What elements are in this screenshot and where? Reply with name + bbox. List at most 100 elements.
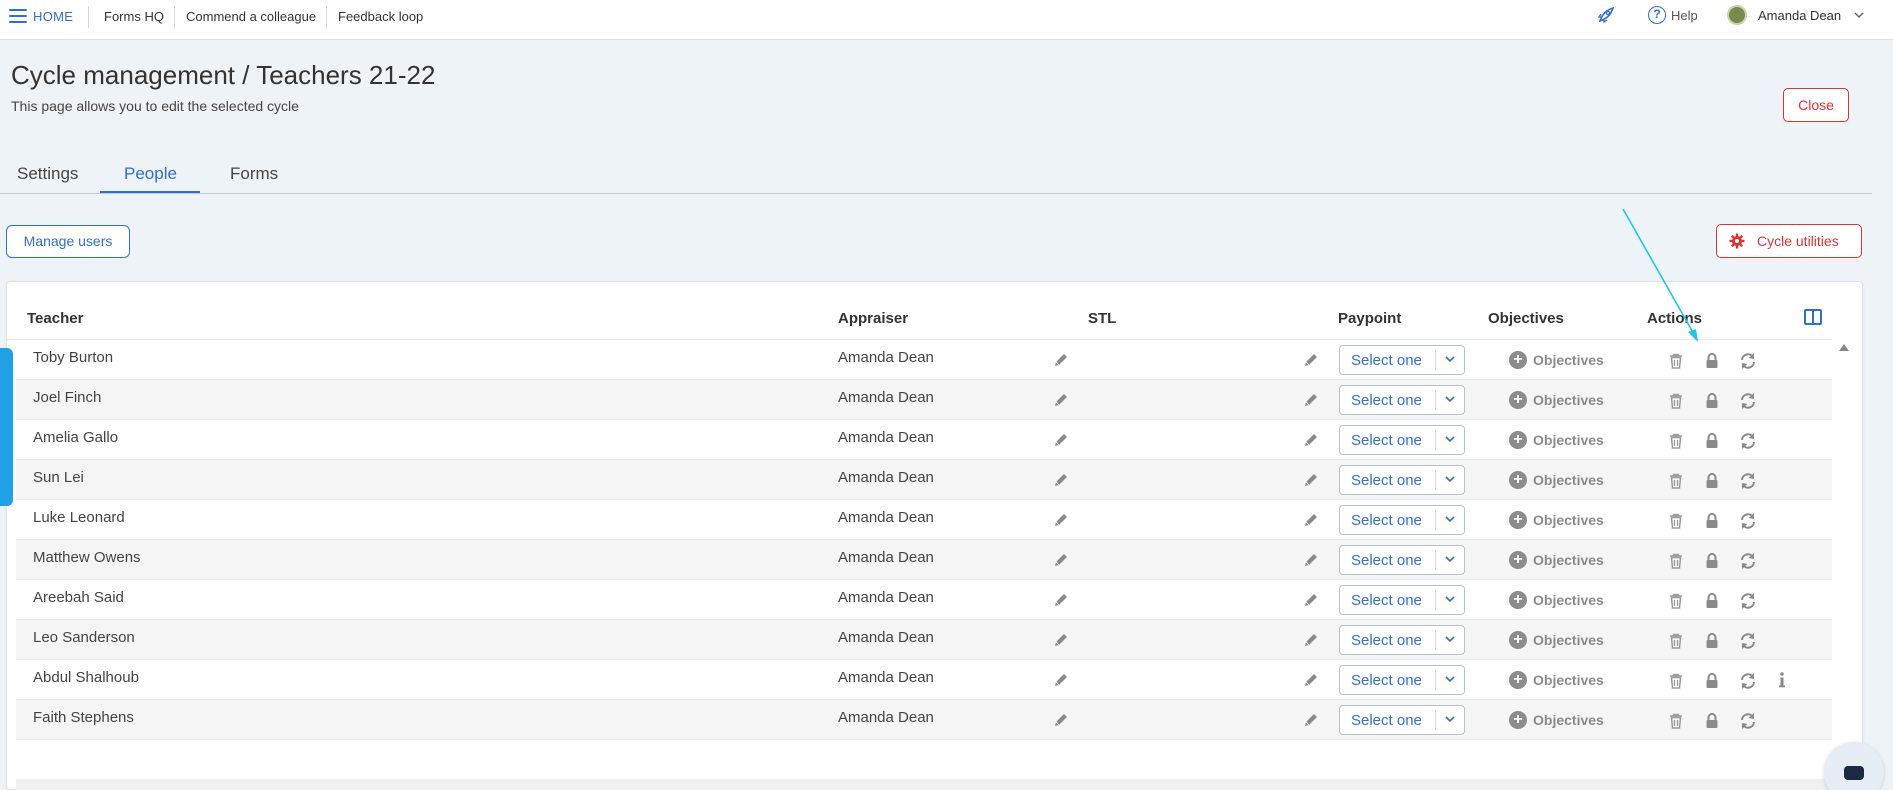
vertical-scrollbar[interactable] — [1835, 340, 1855, 770]
refresh-icon[interactable] — [1739, 472, 1757, 490]
trash-icon[interactable] — [1667, 512, 1685, 530]
nav-link-forms-hq[interactable]: Forms HQ — [104, 9, 164, 24]
chat-button[interactable] — [1824, 742, 1884, 790]
lock-icon[interactable] — [1703, 672, 1721, 690]
paypoint-select[interactable]: Select one — [1339, 385, 1465, 415]
edit-stl-pencil-icon[interactable] — [1303, 672, 1319, 688]
appraiser-name: Amanda Dean — [838, 629, 934, 646]
trash-icon[interactable] — [1667, 432, 1685, 450]
column-header-objectives[interactable]: Objectives — [1488, 310, 1564, 327]
refresh-icon[interactable] — [1739, 512, 1757, 530]
paypoint-select[interactable]: Select one — [1339, 425, 1465, 455]
lock-icon[interactable] — [1703, 592, 1721, 610]
lock-icon[interactable] — [1703, 512, 1721, 530]
teacher-name: Faith Stephens — [33, 709, 134, 726]
trash-icon[interactable] — [1667, 712, 1685, 730]
paypoint-select[interactable]: Select one — [1339, 345, 1465, 375]
refresh-icon[interactable] — [1739, 672, 1757, 690]
nav-link-feedback-loop[interactable]: Feedback loop — [338, 9, 423, 24]
edit-stl-pencil-icon[interactable] — [1303, 352, 1319, 368]
appraiser-name: Amanda Dean — [838, 429, 934, 446]
column-header-teacher[interactable]: Teacher — [27, 310, 83, 327]
nav-home-link[interactable]: HOME — [33, 9, 73, 24]
trash-icon[interactable] — [1667, 392, 1685, 410]
edit-stl-pencil-icon[interactable] — [1303, 592, 1319, 608]
edit-appraiser-pencil-icon[interactable] — [1053, 432, 1069, 448]
lock-icon[interactable] — [1703, 432, 1721, 450]
paypoint-select[interactable]: Select one — [1339, 505, 1465, 535]
info-icon[interactable] — [1776, 671, 1788, 689]
lock-icon[interactable] — [1703, 392, 1721, 410]
teacher-name: Toby Burton — [33, 349, 114, 366]
edit-stl-pencil-icon[interactable] — [1303, 432, 1319, 448]
trash-icon[interactable] — [1667, 472, 1685, 490]
edit-appraiser-pencil-icon[interactable] — [1053, 352, 1069, 368]
help-icon[interactable]: ? — [1648, 6, 1666, 24]
rocket-icon[interactable] — [1596, 5, 1616, 25]
paypoint-select[interactable]: Select one — [1339, 585, 1465, 615]
column-header-paypoint[interactable]: Paypoint — [1338, 310, 1401, 327]
appraiser-name: Amanda Dean — [838, 589, 934, 606]
edit-stl-pencil-icon[interactable] — [1303, 472, 1319, 488]
paypoint-select[interactable]: Select one — [1339, 665, 1465, 695]
table-header: Teacher Appraiser STL Paypoint Objective… — [7, 302, 1832, 340]
edit-appraiser-pencil-icon[interactable] — [1053, 672, 1069, 688]
edit-appraiser-pencil-icon[interactable] — [1053, 392, 1069, 408]
edit-stl-pencil-icon[interactable] — [1303, 712, 1319, 728]
paypoint-select[interactable]: Select one — [1339, 625, 1465, 655]
edit-appraiser-pencil-icon[interactable] — [1053, 552, 1069, 568]
edit-stl-pencil-icon[interactable] — [1303, 512, 1319, 528]
lock-icon[interactable] — [1703, 552, 1721, 570]
refresh-icon[interactable] — [1739, 352, 1757, 370]
lock-icon[interactable] — [1703, 632, 1721, 650]
horizontal-scrollbar[interactable] — [16, 779, 1832, 790]
edit-appraiser-pencil-icon[interactable] — [1053, 712, 1069, 728]
nav-link-commend[interactable]: Commend a colleague — [186, 9, 316, 24]
refresh-icon[interactable] — [1739, 552, 1757, 570]
trash-icon[interactable] — [1667, 352, 1685, 370]
cycle-utilities-button[interactable]: Cycle utilities — [1716, 224, 1862, 258]
edit-stl-pencil-icon[interactable] — [1303, 552, 1319, 568]
trash-icon[interactable] — [1667, 592, 1685, 610]
close-button[interactable]: Close — [1783, 88, 1849, 122]
edit-stl-pencil-icon[interactable] — [1303, 632, 1319, 648]
trash-icon[interactable] — [1667, 672, 1685, 690]
tab-settings[interactable]: Settings — [17, 164, 78, 192]
paypoint-select-value: Select one — [1351, 472, 1422, 489]
refresh-icon[interactable] — [1739, 392, 1757, 410]
column-header-appraiser[interactable]: Appraiser — [838, 310, 908, 327]
manage-users-button[interactable]: Manage users — [6, 225, 130, 258]
lock-icon[interactable] — [1703, 472, 1721, 490]
refresh-icon[interactable] — [1739, 712, 1757, 730]
lock-icon[interactable] — [1703, 712, 1721, 730]
lock-icon[interactable] — [1703, 352, 1721, 370]
teacher-name: Matthew Owens — [33, 549, 141, 566]
refresh-icon[interactable] — [1739, 632, 1757, 650]
refresh-icon[interactable] — [1739, 432, 1757, 450]
user-menu-name[interactable]: Amanda Dean — [1758, 8, 1841, 23]
paypoint-select[interactable]: Select one — [1339, 545, 1465, 575]
columns-icon[interactable] — [1804, 309, 1822, 325]
plus-circle-icon: + — [1509, 671, 1527, 689]
plus-circle-icon: + — [1509, 471, 1527, 489]
side-feedback-tab[interactable] — [0, 348, 13, 506]
paypoint-select[interactable]: Select one — [1339, 465, 1465, 495]
edit-appraiser-pencil-icon[interactable] — [1053, 592, 1069, 608]
edit-appraiser-pencil-icon[interactable] — [1053, 632, 1069, 648]
paypoint-select[interactable]: Select one — [1339, 705, 1465, 735]
avatar[interactable] — [1727, 5, 1747, 25]
tab-bar: Settings People Forms — [0, 162, 1872, 194]
tab-forms[interactable]: Forms — [230, 164, 278, 192]
help-link[interactable]: Help — [1671, 8, 1698, 23]
chevron-down-icon[interactable] — [1853, 9, 1865, 21]
trash-icon[interactable] — [1667, 632, 1685, 650]
edit-stl-pencil-icon[interactable] — [1303, 392, 1319, 408]
refresh-icon[interactable] — [1739, 592, 1757, 610]
edit-appraiser-pencil-icon[interactable] — [1053, 512, 1069, 528]
column-header-stl[interactable]: STL — [1088, 310, 1116, 327]
menu-icon[interactable] — [9, 9, 27, 23]
trash-icon[interactable] — [1667, 552, 1685, 570]
tab-people[interactable]: People — [124, 164, 177, 192]
teacher-name: Abdul Shalhoub — [33, 669, 139, 686]
edit-appraiser-pencil-icon[interactable] — [1053, 472, 1069, 488]
